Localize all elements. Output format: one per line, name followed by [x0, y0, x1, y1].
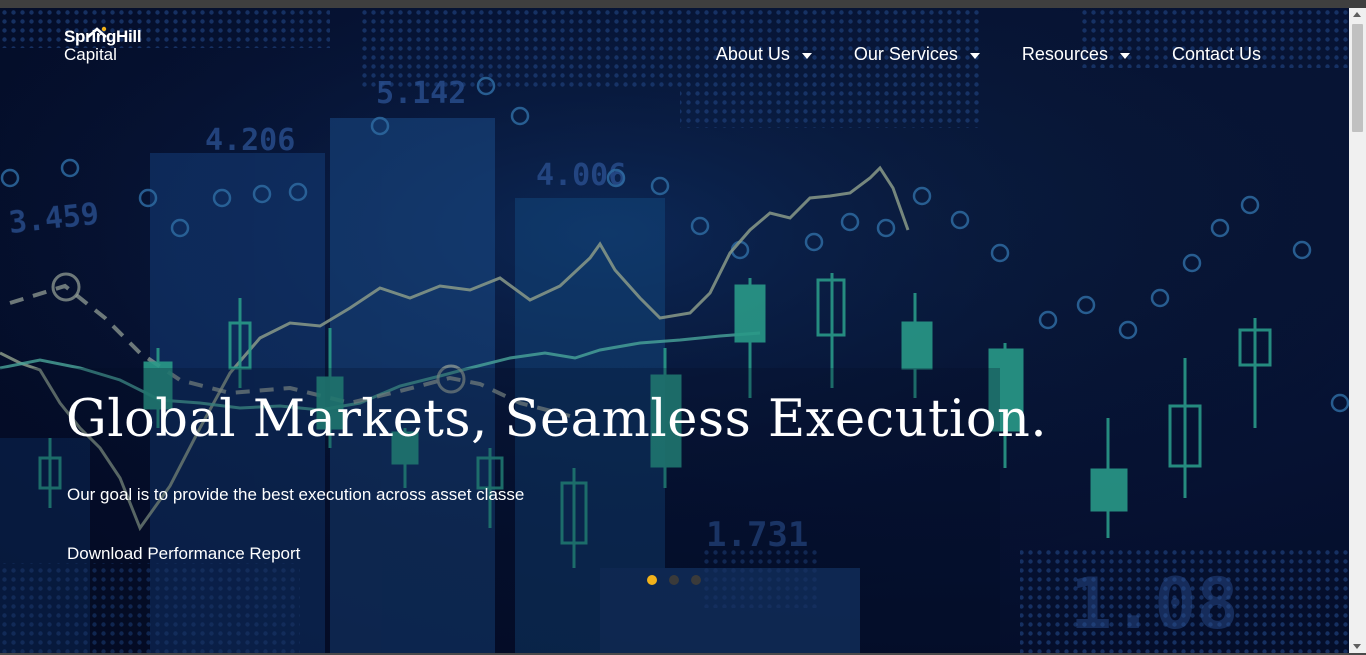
svg-text:5.142: 5.142	[376, 76, 466, 111]
roof-logo-icon	[87, 26, 107, 38]
nav-our-services[interactable]: Our Services	[854, 44, 980, 65]
springhill-logo[interactable]: SpringHill Capital	[64, 26, 142, 64]
nav-about-us[interactable]: About Us	[716, 44, 812, 65]
vertical-scrollbar[interactable]	[1349, 8, 1366, 653]
caret-down-icon	[801, 52, 812, 59]
nav-about-us-label: About Us	[715, 44, 790, 64]
caret-down-icon	[1119, 52, 1130, 59]
nav-resources-label: Resources	[1021, 44, 1108, 64]
svg-text:4.006: 4.006	[536, 158, 626, 193]
svg-text:4.206: 4.206	[205, 123, 295, 158]
nav-contact-us[interactable]: Contact Us	[1172, 44, 1261, 65]
slider-pagination	[647, 575, 713, 585]
main-navigation: About Us Our Services Resources Contact …	[674, 44, 1261, 65]
hero-title: Global Markets, Seamless Execution.	[66, 390, 1048, 449]
slide-dot-1[interactable]	[647, 575, 657, 585]
scrollbar-thumb[interactable]	[1352, 24, 1363, 132]
nav-resources[interactable]: Resources	[1022, 44, 1130, 65]
logo-text-line2: Capital	[64, 45, 117, 64]
slide-dot-2[interactable]	[669, 575, 679, 585]
nav-contact-us-label: Contact Us	[1171, 44, 1261, 64]
svg-text:1.08: 1.08	[1070, 563, 1239, 645]
window-top-bar	[0, 0, 1366, 8]
hero-section: 5.142 4.206 4.006 3.459 1.731 1.08 Sprin…	[0, 8, 1349, 653]
scroll-up-arrow-icon[interactable]	[1353, 12, 1361, 17]
nav-our-services-label: Our Services	[853, 44, 958, 64]
caret-down-icon	[969, 52, 980, 59]
slide-dot-3[interactable]	[691, 575, 701, 585]
scroll-down-arrow-icon[interactable]	[1353, 644, 1361, 649]
download-report-link[interactable]: Download Performance Report	[67, 544, 300, 564]
hero-subtitle: Our goal is to provide the best executio…	[67, 485, 525, 504]
